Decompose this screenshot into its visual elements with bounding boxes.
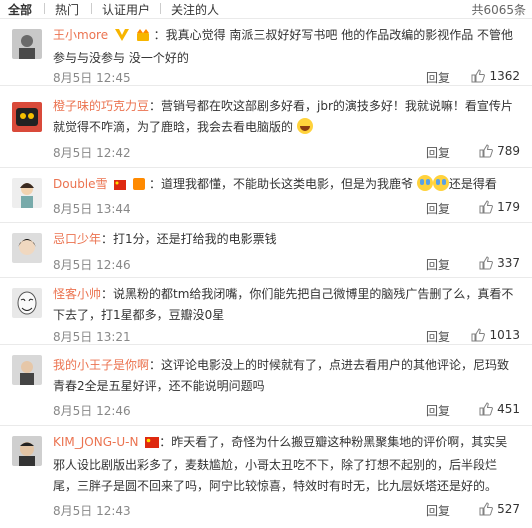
comment-item: 橙子味的巧克力豆：营销号都在吹这部剧多好看，jbr的演技多好！我就说嘛！看宣传片… [0, 86, 532, 168]
comment-body: KIM_JONG-U-N ：昨天看了，奇怪为什么搬豆瓣这种粉黑聚集地的评价啊，其… [53, 432, 518, 497]
like-count: 789 [497, 144, 520, 158]
reply-button[interactable]: 回复 [426, 200, 450, 217]
member-icon [133, 176, 146, 197]
tab-all[interactable]: 全部 [8, 1, 32, 18]
comment-text: ：道理我都懂，不能助长这类电影，但是为我鹿爷 [149, 177, 414, 191]
avatar[interactable] [12, 288, 42, 318]
total-comment-count: 共6065条 [471, 3, 526, 17]
like-count: 337 [497, 256, 520, 270]
avatar[interactable] [12, 233, 42, 263]
avatar[interactable] [12, 178, 42, 208]
like-button[interactable]: 451 [479, 402, 520, 416]
tab-following[interactable]: 关注的人 [171, 1, 219, 18]
like-count: 1362 [489, 69, 520, 83]
comment-text: ：打1分，还是打给我的电影票钱 [101, 232, 277, 246]
tab-verified-users[interactable]: 认证用户 [102, 1, 150, 18]
username[interactable]: 怪客小帅 [53, 287, 101, 301]
comment-item: 我的小王子是你啊：这评论电影没上的时候就有了，点进去看用户的其他评论，尼玛致青春… [0, 345, 532, 426]
comment-filter-tabs: 全部 热门 认证用户 关注的人 共6065条 [0, 0, 532, 19]
comment-body: Double雪 ：道理我都懂，不能助长这类电影，但是为我鹿爷 还是得看 [53, 174, 518, 197]
crying-emoji-icon [432, 175, 449, 191]
reply-button[interactable]: 回复 [426, 328, 450, 345]
comment-body: 王小more ：我真心觉得 南派三叔好好写书吧 他的作品改编的影视作品 不管他参… [53, 25, 518, 69]
comment-time: 8月5日 12:46 [53, 404, 131, 418]
like-button[interactable]: 1362 [471, 69, 520, 83]
like-button[interactable]: 337 [479, 256, 520, 270]
comment-item: 王小more ：我真心觉得 南派三叔好好写书吧 他的作品改编的影视作品 不管他参… [0, 19, 532, 86]
tab-hot[interactable]: 热门 [55, 1, 79, 18]
like-button[interactable]: 179 [479, 200, 520, 214]
reply-button[interactable]: 回复 [426, 256, 450, 273]
thumbs-up-icon [479, 200, 494, 214]
avatar[interactable] [12, 355, 42, 385]
vip-badge-icon [114, 27, 129, 48]
avatar[interactable] [12, 436, 42, 466]
thumbs-up-icon [479, 144, 494, 158]
username[interactable]: 我的小王子是你啊 [53, 358, 149, 372]
reply-button[interactable]: 回复 [426, 502, 450, 519]
comment-body: 怪客小帅：说黑粉的都tm给我闭嘴，你们能先把自己微博里的脑残广告删了么，真看不下… [53, 284, 518, 326]
member-crown-icon [136, 27, 150, 48]
tab-divider [160, 3, 161, 14]
comment-text-tail: 还是得看 [448, 177, 497, 191]
comment-body: 我的小王子是你啊：这评论电影没上的时候就有了，点进去看用户的其他评论，尼玛致青春… [53, 355, 518, 397]
username[interactable]: 王小more [53, 28, 108, 42]
comment-item: KIM_JONG-U-N ：昨天看了，奇怪为什么搬豆瓣这种粉黑聚集地的评价啊，其… [0, 426, 532, 528]
flag-icon [145, 434, 160, 455]
like-count: 179 [497, 200, 520, 214]
comment-item: 怪客小帅：说黑粉的都tm给我闭嘴，你们能先把自己微博里的脑残广告删了么，真看不下… [0, 278, 532, 345]
tab-divider [44, 3, 45, 14]
thumbs-up-icon [479, 502, 494, 516]
comment-time: 8月5日 12:46 [53, 258, 131, 272]
comment-time: 8月5日 13:21 [53, 330, 131, 344]
username[interactable]: 橙子味的巧克力豆 [53, 99, 149, 113]
like-button[interactable]: 789 [479, 144, 520, 158]
thumbs-up-icon [471, 328, 486, 342]
thumbs-up-icon [479, 402, 494, 416]
thumbs-up-icon [471, 69, 486, 83]
crying-emoji-icon [416, 175, 433, 191]
comment-time: 8月5日 12:43 [53, 504, 131, 518]
comment-item: Double雪 ：道理我都懂，不能助长这类电影，但是为我鹿爷 还是得看 8月5日… [0, 168, 532, 223]
avatar[interactable] [12, 29, 42, 59]
username[interactable]: Double雪 [53, 177, 108, 191]
like-count: 451 [497, 402, 520, 416]
reply-button[interactable]: 回复 [426, 69, 450, 86]
thumbs-up-icon [479, 256, 494, 270]
comment-time: 8月5日 12:42 [53, 146, 131, 160]
username[interactable]: 忌口少年 [53, 232, 101, 246]
like-button[interactable]: 527 [479, 502, 520, 516]
comment-time: 8月5日 12:45 [53, 71, 131, 85]
flag-icon [114, 176, 127, 197]
like-count: 1013 [489, 328, 520, 342]
comment-body: 忌口少年：打1分，还是打给我的电影票钱 [53, 229, 518, 250]
laugh-emoji-icon [296, 118, 313, 134]
like-button[interactable]: 1013 [471, 328, 520, 342]
reply-button[interactable]: 回复 [426, 402, 450, 419]
reply-button[interactable]: 回复 [426, 144, 450, 161]
comment-text: ：说黑粉的都tm给我闭嘴，你们能先把自己微博里的脑残广告删了么，真看不下去了，打… [53, 287, 514, 322]
tab-divider [91, 3, 92, 14]
avatar[interactable] [12, 102, 42, 132]
username[interactable]: KIM_JONG-U-N [53, 435, 138, 449]
comment-time: 8月5日 13:44 [53, 202, 131, 216]
comment-body: 橙子味的巧克力豆：营销号都在吹这部剧多好看，jbr的演技多好！我就说嘛！看宣传片… [53, 96, 518, 138]
like-count: 527 [497, 502, 520, 516]
comment-item: 忌口少年：打1分，还是打给我的电影票钱 8月5日 12:46 回复 337 [0, 223, 532, 278]
